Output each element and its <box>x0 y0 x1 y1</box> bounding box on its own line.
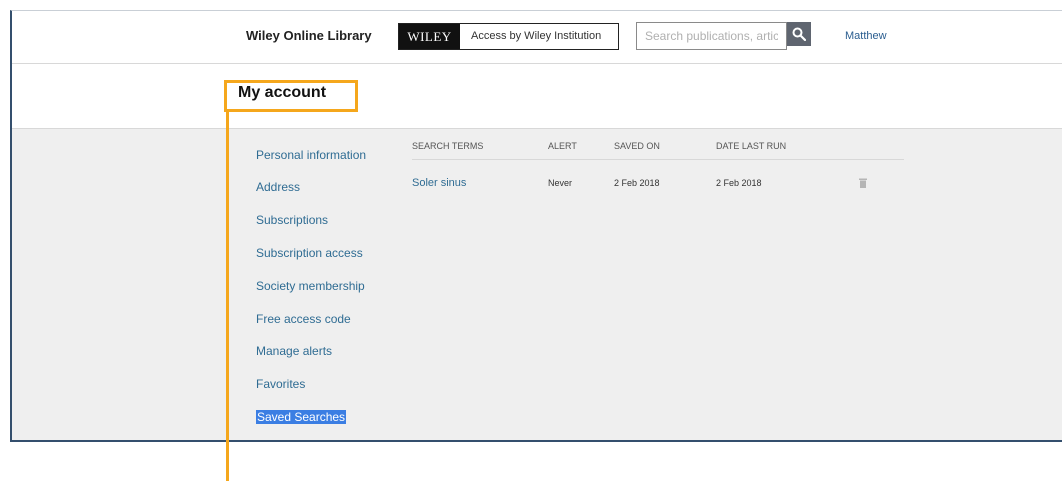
table-divider <box>412 159 904 160</box>
column-header-alert: ALERT <box>548 141 577 151</box>
search-button[interactable] <box>787 22 811 46</box>
trash-icon[interactable] <box>859 178 867 188</box>
column-header-search-terms: SEARCH TERMS <box>412 141 484 151</box>
top-header: Wiley Online Library WILEY Access by Wil… <box>12 11 1062 64</box>
wiley-online-library-link[interactable]: Wiley Online Library <box>246 28 372 43</box>
sidebar-item-favorites[interactable]: Favorites <box>256 377 305 391</box>
sidebar-item-subscription-access[interactable]: Subscription access <box>256 246 363 260</box>
saved-search-alert: Never <box>548 178 573 188</box>
sidebar-item-free-access-code[interactable]: Free access code <box>256 312 351 326</box>
saved-search-term-link[interactable]: Soler sinus <box>412 177 466 189</box>
title-band: My account <box>12 64 1062 129</box>
saved-search-last-run: 2 Feb 2018 <box>716 178 762 188</box>
magnifier-icon <box>792 27 806 41</box>
sidebar-item-address[interactable]: Address <box>256 180 300 194</box>
institution-banner[interactable]: WILEY Access by Wiley Institution <box>398 23 619 50</box>
column-header-date-last-run: DATE LAST RUN <box>716 141 787 151</box>
user-account-link[interactable]: Matthew <box>845 30 887 42</box>
saved-search-saved-on: 2 Feb 2018 <box>614 178 660 188</box>
search-input[interactable] <box>636 22 787 50</box>
sidebar-item-saved-searches[interactable]: Saved Searches <box>256 410 347 424</box>
sidebar-item-subscriptions[interactable]: Subscriptions <box>256 213 328 227</box>
wiley-logo: WILEY <box>399 24 460 49</box>
annotation-highlight-box <box>224 80 358 112</box>
account-content: Personal information Address Subscriptio… <box>12 129 1062 440</box>
column-header-saved-on: SAVED ON <box>614 141 660 151</box>
sidebar-item-personal-information[interactable]: Personal information <box>256 148 366 162</box>
browser-frame: Wiley Online Library WILEY Access by Wil… <box>10 10 1062 442</box>
annotation-leader-line <box>226 112 229 481</box>
sidebar-item-society-membership[interactable]: Society membership <box>256 279 365 293</box>
sidebar-item-manage-alerts[interactable]: Manage alerts <box>256 344 332 358</box>
access-by-text: Access by Wiley Institution <box>471 30 602 42</box>
